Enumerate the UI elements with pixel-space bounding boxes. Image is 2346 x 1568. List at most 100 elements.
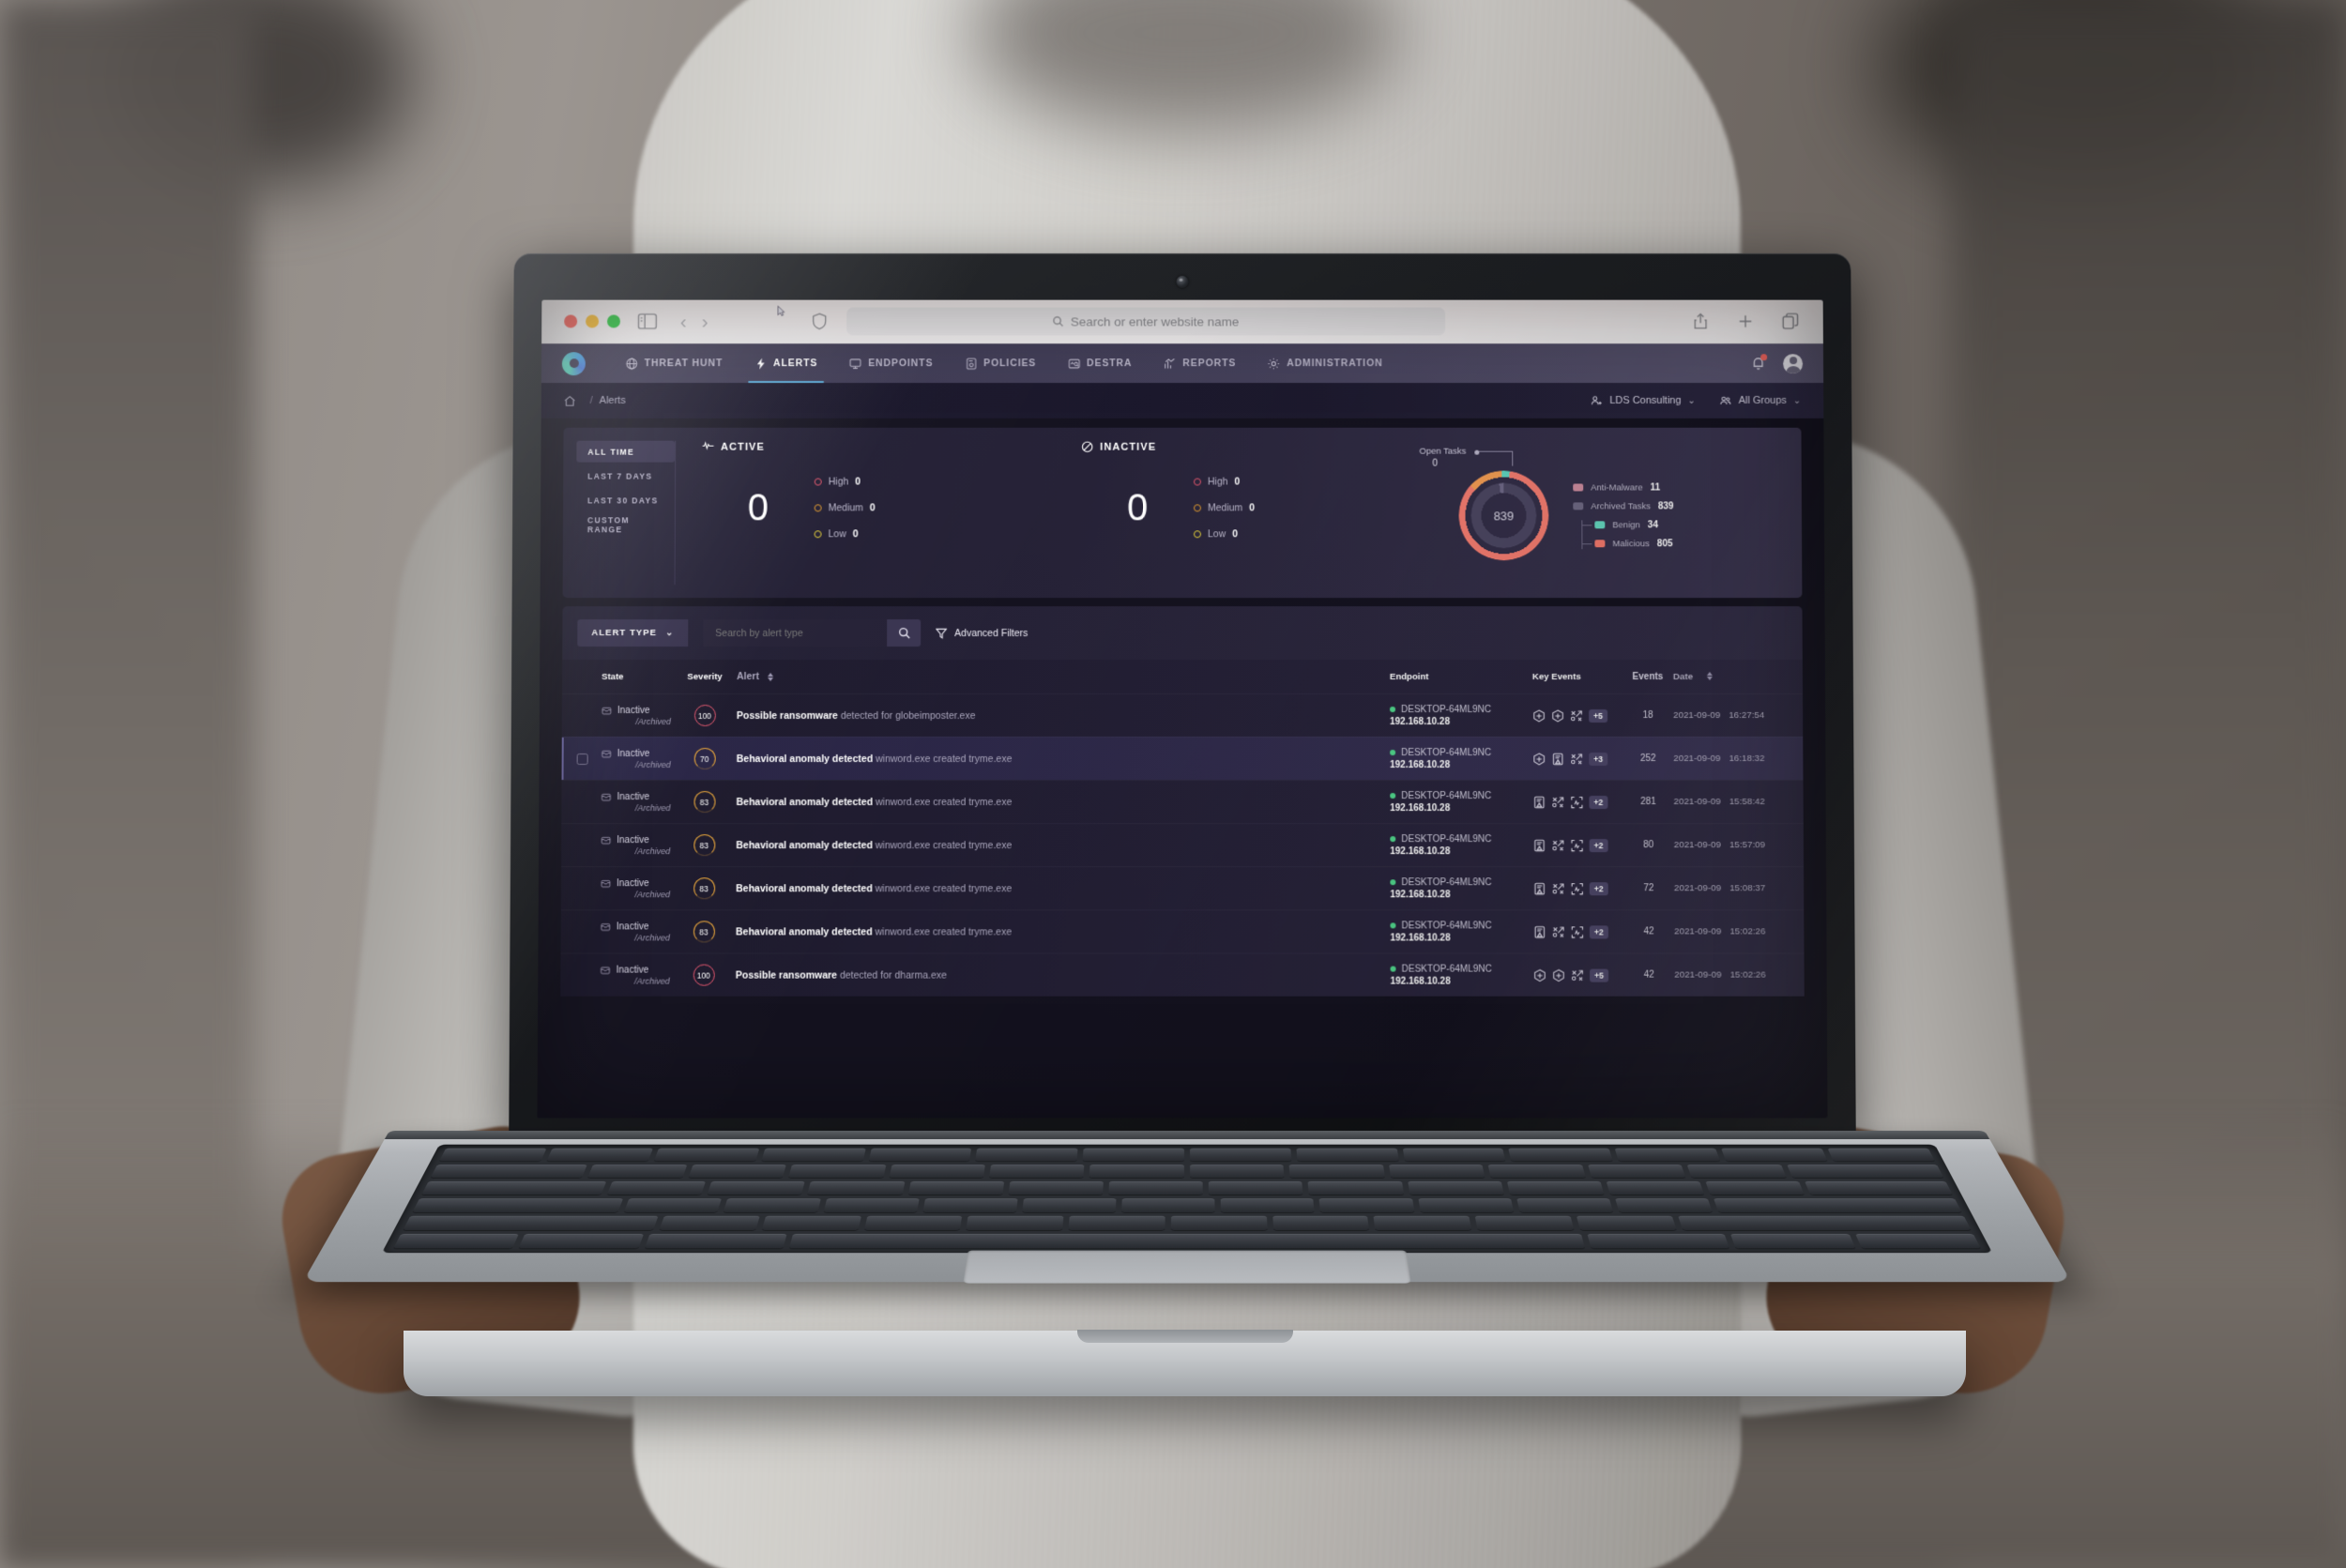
- column-header-severity[interactable]: Severity: [680, 672, 729, 682]
- table-row[interactable]: Inactive /Archived 83 Behavioral anomaly…: [561, 909, 1805, 952]
- column-header-events[interactable]: Events: [1622, 672, 1673, 682]
- tenant-selector[interactable]: LDS Consulting ⌄: [1591, 394, 1696, 406]
- file-alert-icon[interactable]: [1551, 752, 1564, 766]
- nav-item-administration[interactable]: ADMINISTRATION: [1252, 343, 1398, 383]
- cell-alert[interactable]: Behavioral anomaly detected winword.exe …: [728, 840, 1390, 851]
- expand-signal-icon[interactable]: [1571, 839, 1584, 852]
- nav-item-endpoints[interactable]: ENDPOINTS: [833, 343, 949, 383]
- process-link-icon[interactable]: [1551, 839, 1564, 852]
- table-row[interactable]: Inactive /Archived 100 Possible ransomwa…: [562, 693, 1803, 737]
- shield-plus-icon[interactable]: [1551, 708, 1564, 722]
- severity-row-high[interactable]: High 0: [814, 477, 876, 487]
- cell-endpoint[interactable]: DESKTOP-64ML9NC 192.168.10.28: [1390, 834, 1532, 857]
- advanced-filters-button[interactable]: Advanced Filters: [936, 628, 1028, 639]
- cell-alert[interactable]: Behavioral anomaly detected winword.exe …: [728, 926, 1390, 937]
- cell-endpoint[interactable]: DESKTOP-64ML9NC 192.168.10.28: [1390, 791, 1532, 814]
- severity-row-high[interactable]: High 0: [1193, 477, 1255, 487]
- expand-signal-icon[interactable]: [1571, 925, 1584, 938]
- minimize-window-button[interactable]: [586, 314, 600, 328]
- key-events-more-badge[interactable]: +5: [1590, 968, 1608, 982]
- window-traffic-lights[interactable]: [564, 314, 620, 328]
- file-alert-icon[interactable]: [1532, 839, 1546, 852]
- shield-icon[interactable]: [809, 313, 830, 330]
- nav-item-reports[interactable]: REPORTS: [1148, 343, 1252, 383]
- table-row[interactable]: Inactive /Archived 83 Behavioral anomaly…: [561, 866, 1804, 909]
- nav-item-destra[interactable]: DESTRA: [1052, 343, 1148, 383]
- bell-icon[interactable]: [1751, 354, 1768, 371]
- address-bar[interactable]: Search or enter website name: [846, 307, 1446, 336]
- table-row[interactable]: Inactive /Archived 100 Possible ransomwa…: [560, 953, 1804, 997]
- nav-item-alerts[interactable]: ALERTS: [739, 343, 833, 383]
- process-link-icon[interactable]: [1551, 796, 1564, 809]
- file-alert-icon[interactable]: [1533, 882, 1546, 895]
- file-alert-icon[interactable]: [1532, 796, 1546, 809]
- back-button[interactable]: ‹: [680, 311, 687, 332]
- share-icon[interactable]: [1690, 313, 1711, 330]
- key-events-more-badge[interactable]: +3: [1589, 752, 1608, 766]
- key-events-more-badge[interactable]: +5: [1589, 708, 1607, 723]
- home-icon[interactable]: [564, 394, 576, 406]
- expand-signal-icon[interactable]: [1571, 882, 1584, 895]
- nav-item-threat-hunt[interactable]: THREAT HUNT: [610, 343, 739, 383]
- severity-row-low[interactable]: Low 0: [1193, 528, 1255, 540]
- legend-item-malicious[interactable]: Malicious 805: [1594, 539, 1673, 549]
- alert-type-dropdown[interactable]: ALERT TYPE ⌄: [577, 619, 689, 647]
- maximize-window-button[interactable]: [606, 314, 620, 328]
- severity-row-low[interactable]: Low 0: [814, 528, 876, 540]
- file-alert-icon[interactable]: [1533, 925, 1546, 938]
- row-select-cell[interactable]: [576, 753, 602, 765]
- table-row[interactable]: Inactive /Archived 70 Behavioral anomaly…: [561, 736, 1804, 781]
- column-header-state[interactable]: State: [602, 672, 680, 682]
- donut-graphic[interactable]: 839 Open Tasks 0: [1419, 447, 1549, 561]
- tabs-icon[interactable]: [1780, 313, 1801, 330]
- process-link-icon[interactable]: [1552, 925, 1565, 938]
- forward-button[interactable]: ›: [702, 311, 708, 332]
- cell-endpoint[interactable]: DESKTOP-64ML9NC 192.168.10.28: [1390, 748, 1532, 770]
- cell-alert[interactable]: Behavioral anomaly detected winword.exe …: [729, 797, 1391, 808]
- column-header-date[interactable]: Date: [1673, 671, 1788, 682]
- time-range-last-30-days[interactable]: LAST 30 DAYS: [576, 489, 675, 510]
- search-button[interactable]: [887, 619, 922, 647]
- plus-icon[interactable]: [1735, 313, 1756, 330]
- app-logo-icon[interactable]: [561, 351, 586, 375]
- shield-plus-icon[interactable]: [1532, 708, 1546, 722]
- cell-endpoint[interactable]: DESKTOP-64ML9NC 192.168.10.28: [1390, 877, 1532, 900]
- cell-alert[interactable]: Behavioral anomaly detected winword.exe …: [728, 883, 1390, 894]
- process-link-icon[interactable]: [1552, 882, 1565, 895]
- breadcrumb-current[interactable]: Alerts: [600, 395, 626, 406]
- browser-nav-arrows[interactable]: ‹ ›: [680, 311, 708, 332]
- process-link-icon[interactable]: [1570, 708, 1583, 722]
- time-range-all-time[interactable]: ALL TIME: [576, 440, 676, 463]
- cell-alert[interactable]: Possible ransomware detected for globeim…: [729, 709, 1390, 721]
- legend-item-archived-tasks[interactable]: Archived Tasks 839: [1573, 501, 1674, 511]
- column-header-key-events[interactable]: Key Events: [1532, 672, 1622, 682]
- process-link-icon[interactable]: [1570, 753, 1583, 766]
- key-events-more-badge[interactable]: +2: [1589, 924, 1608, 938]
- column-header-endpoint[interactable]: Endpoint: [1390, 672, 1532, 682]
- cell-endpoint[interactable]: DESKTOP-64ML9NC 192.168.10.28: [1390, 921, 1532, 943]
- search-input[interactable]: [703, 619, 888, 647]
- shield-plus-icon[interactable]: [1532, 752, 1546, 766]
- key-events-more-badge[interactable]: +2: [1589, 881, 1608, 895]
- legend-item-anti-malware[interactable]: Anti-Malware 11: [1573, 482, 1673, 493]
- close-window-button[interactable]: [564, 314, 578, 328]
- shield-plus-icon[interactable]: [1552, 968, 1565, 982]
- groups-selector[interactable]: All Groups ⌄: [1720, 394, 1802, 406]
- severity-row-medium[interactable]: Medium 0: [1193, 502, 1255, 513]
- cell-endpoint[interactable]: DESKTOP-64ML9NC 192.168.10.28: [1390, 964, 1533, 986]
- legend-item-benign[interactable]: Benign 34: [1594, 520, 1673, 530]
- key-events-more-badge[interactable]: +2: [1589, 838, 1608, 852]
- shield-plus-icon[interactable]: [1533, 968, 1546, 982]
- key-events-more-badge[interactable]: +2: [1589, 795, 1608, 809]
- time-range-last-7-days[interactable]: LAST 7 DAYS: [576, 465, 675, 487]
- expand-signal-icon[interactable]: [1570, 796, 1583, 809]
- severity-row-medium[interactable]: Medium 0: [814, 502, 876, 513]
- table-row[interactable]: Inactive /Archived 83 Behavioral anomaly…: [561, 780, 1803, 823]
- avatar[interactable]: [1783, 353, 1804, 373]
- sort-icon[interactable]: [1707, 671, 1714, 682]
- sidebar-icon[interactable]: [637, 313, 658, 330]
- sort-icon[interactable]: [767, 672, 773, 681]
- table-row[interactable]: Inactive /Archived 83 Behavioral anomaly…: [561, 823, 1804, 866]
- nav-item-policies[interactable]: POLICIES: [949, 343, 1052, 383]
- cell-alert[interactable]: Behavioral anomaly detected winword.exe …: [729, 754, 1390, 765]
